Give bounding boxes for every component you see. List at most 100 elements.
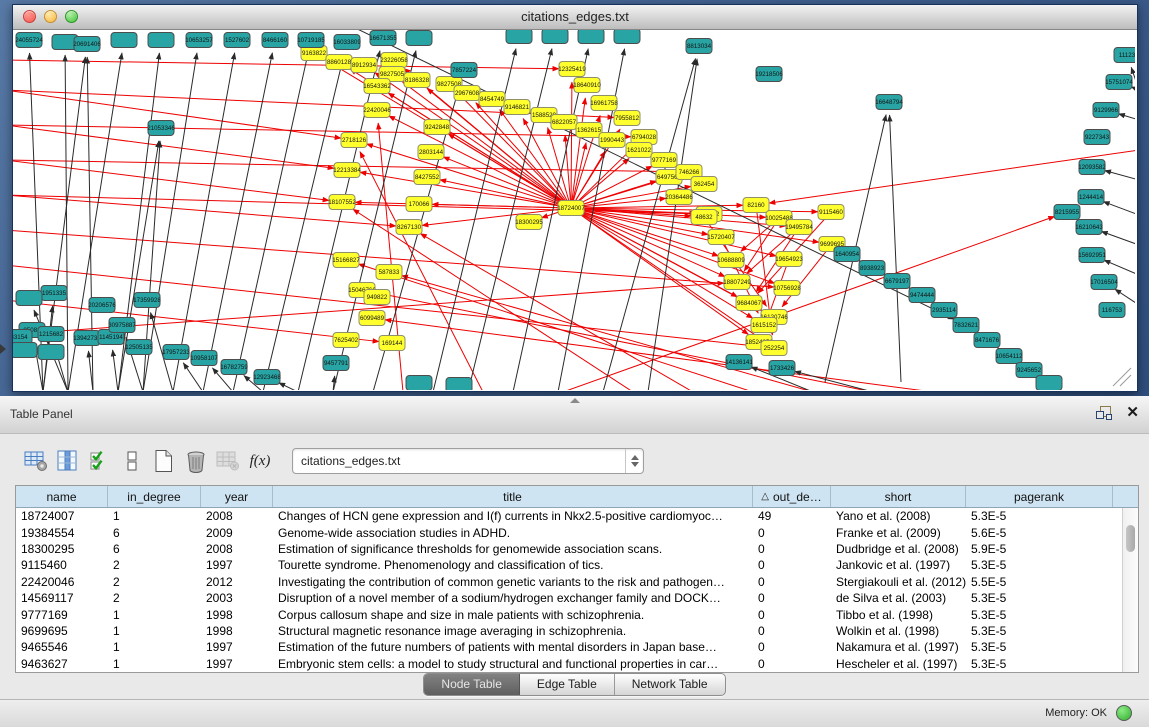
network-node[interactable]: 8860128 xyxy=(326,55,352,70)
network-edge[interactable] xyxy=(203,53,272,390)
network-node[interactable]: 8471676 xyxy=(974,333,1000,348)
column-header-short[interactable]: short xyxy=(831,486,966,507)
network-node[interactable]: 18724007 xyxy=(557,201,585,216)
network-edge[interactable] xyxy=(375,293,873,390)
network-node[interactable] xyxy=(406,376,432,391)
network-node[interactable]: 1244414 xyxy=(1078,190,1104,205)
network-node[interactable]: 7955812 xyxy=(614,111,640,126)
tab-node-table[interactable]: Node Table xyxy=(424,674,520,695)
network-node[interactable]: 8215955 xyxy=(1054,205,1080,220)
network-node[interactable]: 12923468 xyxy=(253,370,281,385)
network-node[interactable] xyxy=(578,30,604,44)
resize-grip-icon[interactable] xyxy=(1113,368,1131,386)
network-node[interactable]: 11123 xyxy=(1114,48,1135,63)
network-node[interactable]: 9474444 xyxy=(909,288,935,303)
zoom-window-button[interactable] xyxy=(65,10,78,23)
network-node[interactable]: 9146821 xyxy=(504,100,530,115)
network-node[interactable]: 15692951 xyxy=(1078,248,1106,263)
network-node[interactable]: 2935114 xyxy=(931,303,957,318)
network-node[interactable]: 13942737 xyxy=(73,331,101,346)
network-node[interactable]: 18807249 xyxy=(723,275,751,290)
network-node[interactable]: 8427552 xyxy=(414,170,440,185)
network-node[interactable]: 9129966 xyxy=(1093,103,1119,118)
network-node[interactable]: 587833 xyxy=(376,265,402,280)
network-edge[interactable] xyxy=(1118,114,1135,120)
network-node[interactable]: 1990443 xyxy=(599,133,625,148)
network-node[interactable]: 10958107 xyxy=(190,351,218,366)
network-node[interactable]: 8938923 xyxy=(859,261,885,276)
network-node[interactable]: 7857224 xyxy=(451,63,477,78)
network-node[interactable]: 16782759 xyxy=(220,360,248,375)
network-node[interactable]: 1615152 xyxy=(751,318,777,333)
network-node[interactable]: 2803144 xyxy=(418,145,444,160)
table-row[interactable]: 977716911998Corpus callosum shape and si… xyxy=(16,606,1138,622)
network-node[interactable]: 8912934 xyxy=(351,58,377,73)
network-node[interactable]: 24055724 xyxy=(15,33,43,48)
network-edge[interactable] xyxy=(65,55,68,390)
network-node[interactable]: 949822 xyxy=(364,290,390,305)
table-row[interactable]: 1872400712008Changes of HCN gene express… xyxy=(16,508,1138,524)
network-node[interactable]: 10688809 xyxy=(717,253,745,268)
network-node[interactable]: 9242848 xyxy=(424,120,450,135)
network-node[interactable]: 16210643 xyxy=(1075,220,1103,235)
table-selector-dropdown[interactable]: citations_edges.txt xyxy=(292,448,644,474)
network-edge[interactable] xyxy=(795,371,873,390)
table-row[interactable]: 969969511998Structural magnetic resonanc… xyxy=(16,623,1138,639)
network-node[interactable]: 48632 xyxy=(691,210,717,225)
table-row[interactable]: 2242004622012Investigating the contribut… xyxy=(16,574,1138,590)
network-node[interactable]: 2967608 xyxy=(454,86,480,101)
network-edge[interactable] xyxy=(571,208,775,283)
table-body[interactable]: 1872400712008Changes of HCN gene express… xyxy=(16,508,1138,672)
network-edge[interactable] xyxy=(366,144,571,208)
network-edge[interactable] xyxy=(173,53,235,390)
minimize-window-button[interactable] xyxy=(44,10,57,23)
table-row[interactable]: 946362711997Embryonic stem cells: a mode… xyxy=(16,656,1138,672)
network-node[interactable]: 20364486 xyxy=(665,190,693,205)
network-node[interactable]: 12505135 xyxy=(125,340,153,355)
network-window-titlebar[interactable]: citations_edges.txt xyxy=(13,5,1137,30)
network-node[interactable] xyxy=(38,345,64,360)
table-row[interactable]: 1830029562008Estimation of significance … xyxy=(16,541,1138,557)
network-node[interactable]: 9457791 xyxy=(323,356,349,371)
network-node[interactable]: 12325419 xyxy=(558,62,586,77)
column-header-title[interactable]: title xyxy=(273,486,753,507)
network-edge[interactable] xyxy=(13,90,341,138)
network-node[interactable]: 8466160 xyxy=(262,33,288,48)
table-row[interactable]: 946554611997Estimation of the future num… xyxy=(16,639,1138,655)
network-node[interactable]: 20691406 xyxy=(73,37,101,52)
network-node[interactable]: 10719185 xyxy=(297,33,325,48)
network-edge[interactable] xyxy=(113,350,118,390)
network-node[interactable]: 18640910 xyxy=(573,78,601,93)
network-node[interactable]: 116753 xyxy=(1099,303,1125,318)
network-node[interactable] xyxy=(542,30,568,44)
delete-button[interactable] xyxy=(182,447,210,475)
network-node[interactable]: 17016504 xyxy=(1090,275,1118,290)
network-node[interactable]: 21053346 xyxy=(147,121,175,136)
network-edge[interactable] xyxy=(1103,202,1135,215)
network-edge[interactable] xyxy=(1105,170,1135,180)
network-node[interactable]: 6679197 xyxy=(884,274,910,289)
panel-collapse-arrow-icon[interactable] xyxy=(0,344,6,354)
network-node[interactable]: 8267130 xyxy=(396,220,422,235)
network-node[interactable]: 16543362 xyxy=(363,79,391,94)
network-canvas[interactable]: 1872400718300295916382288601288912934232… xyxy=(13,30,1135,390)
network-node[interactable]: 1621022 xyxy=(626,143,652,158)
network-node[interactable]: 2718126 xyxy=(341,133,367,148)
network-edge[interactable] xyxy=(389,116,571,208)
network-node[interactable]: 1733426 xyxy=(769,361,795,376)
column-header-in_degree[interactable]: in_degree xyxy=(108,486,201,507)
network-edge[interactable] xyxy=(233,53,308,390)
network-node[interactable]: 9115460 xyxy=(818,205,844,220)
network-node[interactable]: 16648794 xyxy=(875,95,903,110)
column-header-name[interactable]: name xyxy=(16,486,108,507)
function-builder-button[interactable]: f(x) xyxy=(246,447,274,475)
network-node[interactable]: 10756928 xyxy=(773,281,801,296)
network-node[interactable]: 14136141 xyxy=(725,355,753,370)
network-node[interactable]: 1362615 xyxy=(576,123,602,138)
network-node[interactable]: 23226058 xyxy=(380,53,408,68)
network-node[interactable]: 82160 xyxy=(743,198,769,213)
network-node[interactable]: 8186328 xyxy=(404,73,430,88)
network-edge[interactable] xyxy=(571,82,572,208)
network-node[interactable]: 15166827 xyxy=(332,253,360,268)
network-node[interactable] xyxy=(614,30,640,44)
